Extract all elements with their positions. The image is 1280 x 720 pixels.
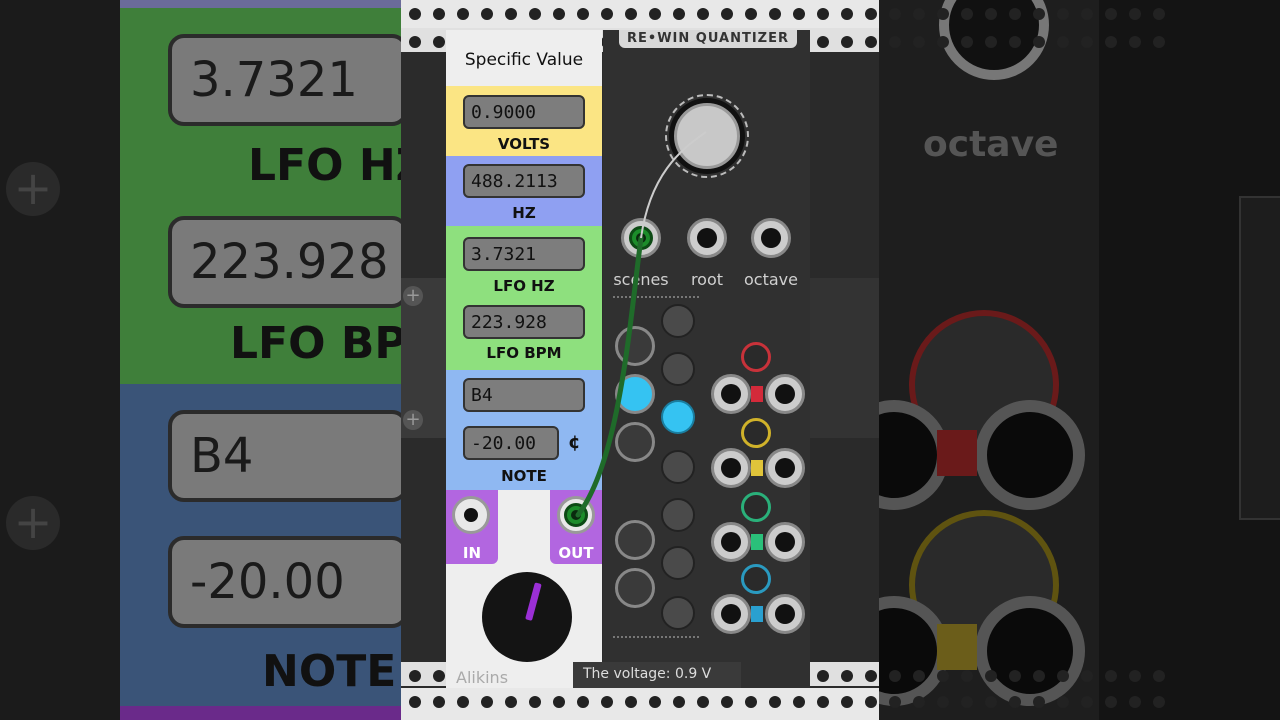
knob-link <box>640 131 707 239</box>
patch-cable <box>575 235 644 518</box>
voltage-tooltip: The voltage: 0.9 V <box>573 662 741 688</box>
cable-layer <box>575 131 707 518</box>
